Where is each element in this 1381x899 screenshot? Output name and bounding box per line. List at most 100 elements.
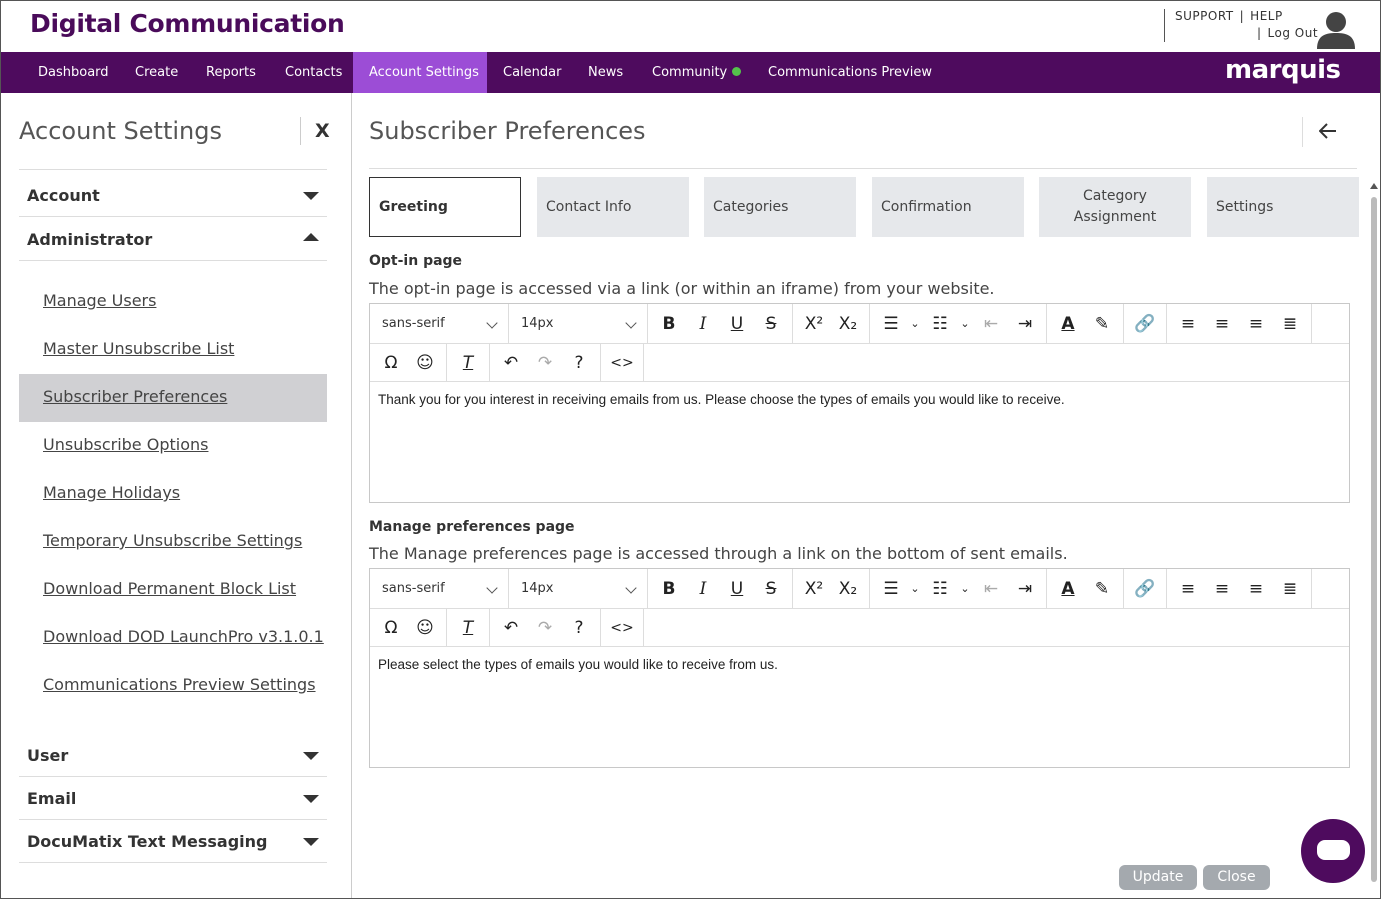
sidebar-item-unsubscribe-options[interactable]: Unsubscribe Options [19, 422, 327, 470]
numbered-list-icon[interactable]: ☷ [927, 311, 953, 337]
align-justify-icon[interactable]: ≣ [1277, 576, 1303, 602]
code-view-icon[interactable]: <> [609, 615, 635, 641]
bold-icon[interactable]: B [656, 311, 682, 337]
bullet-list-icon[interactable]: ☰ [878, 311, 904, 337]
sidebar-item-manage-users[interactable]: Manage Users [19, 278, 327, 326]
user-avatar-icon[interactable] [1316, 11, 1356, 49]
align-right-icon[interactable]: ≡ [1243, 311, 1269, 337]
sidebar-close-button[interactable]: X [300, 117, 330, 145]
section-documatix[interactable]: DocuMatix Text Messaging [19, 820, 327, 863]
superscript-icon[interactable]: X² [801, 311, 827, 337]
undo-icon[interactable]: ↶ [498, 615, 524, 641]
subscript-icon[interactable]: X₂ [835, 576, 861, 602]
font-family-select[interactable]: sans-serif [370, 569, 509, 609]
update-button[interactable]: Update [1119, 865, 1197, 890]
nav-create[interactable]: Create [119, 52, 194, 93]
align-right-icon[interactable]: ≡ [1243, 576, 1269, 602]
chevron-down-icon[interactable]: ⌄ [902, 311, 928, 337]
code-view-icon[interactable]: <> [609, 350, 635, 376]
logout-link[interactable]: Log Out [1268, 26, 1319, 40]
nav-contacts[interactable]: Contacts [269, 52, 358, 93]
section-user[interactable]: User [19, 734, 327, 777]
section-email[interactable]: Email [19, 777, 327, 820]
outdent-icon[interactable]: ⇤ [978, 576, 1004, 602]
sidebar-item-download-permanent-block-list[interactable]: Download Permanent Block List [19, 566, 327, 614]
tab-greeting[interactable]: Greeting [369, 177, 521, 237]
optin-editor-content[interactable]: Thank you for you interest in receiving … [378, 392, 1065, 407]
nav-calendar[interactable]: Calendar [487, 52, 577, 93]
help-link[interactable]: HELP [1250, 9, 1283, 23]
tab-categories[interactable]: Categories [704, 177, 856, 237]
strikethrough-icon[interactable]: S [758, 576, 784, 602]
outdent-icon[interactable]: ⇤ [978, 311, 1004, 337]
underline-icon[interactable]: U [724, 311, 750, 337]
manage-editor-content[interactable]: Please select the types of emails you wo… [378, 657, 778, 672]
tab-settings[interactable]: Settings [1207, 177, 1359, 237]
subscript-icon[interactable]: X₂ [835, 311, 861, 337]
sidebar-item-label[interactable]: Manage Users [43, 291, 156, 310]
indent-icon[interactable]: ⇥ [1012, 311, 1038, 337]
sidebar-item-label[interactable]: Master Unsubscribe List [43, 339, 234, 358]
text-color-icon[interactable]: A [1055, 576, 1081, 602]
back-button[interactable] [1302, 117, 1352, 147]
align-left-icon[interactable]: ≡ [1175, 576, 1201, 602]
font-family-select[interactable]: sans-serif [370, 304, 509, 344]
nav-reports[interactable]: Reports [190, 52, 272, 93]
clear-formatting-icon[interactable]: T [455, 350, 481, 376]
text-color-icon[interactable]: A [1055, 311, 1081, 337]
strikethrough-icon[interactable]: S [758, 311, 784, 337]
chat-button[interactable] [1301, 819, 1365, 883]
nav-account-settings[interactable]: Account Settings [353, 52, 487, 93]
sidebar-item-temporary-unsubscribe-settings[interactable]: Temporary Unsubscribe Settings [19, 518, 327, 566]
clear-formatting-icon[interactable]: T [455, 615, 481, 641]
emoji-icon[interactable]: ☺ [412, 615, 438, 641]
sidebar-item-label[interactable]: Unsubscribe Options [43, 435, 208, 454]
close-button[interactable]: Close [1203, 865, 1270, 890]
sidebar-item-communications-preview-settings[interactable]: Communications Preview Settings [19, 662, 327, 710]
scroll-up-icon[interactable] [1370, 183, 1378, 189]
font-size-select[interactable]: 14px [509, 304, 648, 344]
underline-icon[interactable]: U [724, 576, 750, 602]
redo-icon[interactable]: ↷ [532, 350, 558, 376]
sidebar-item-subscriber-preferences[interactable]: Subscriber Preferences [19, 374, 327, 422]
sidebar-item-label[interactable]: Manage Holidays [43, 483, 180, 502]
italic-icon[interactable]: I [690, 576, 716, 602]
sidebar-item-label[interactable]: Download DOD LaunchPro v3.1.0.1 [43, 627, 324, 646]
nav-dashboard[interactable]: Dashboard [22, 52, 125, 93]
sidebar-item-label[interactable]: Temporary Unsubscribe Settings [43, 531, 302, 550]
section-administrator[interactable]: Administrator [19, 218, 327, 261]
undo-icon[interactable]: ↶ [498, 350, 524, 376]
italic-icon[interactable]: I [690, 311, 716, 337]
tab-confirmation[interactable]: Confirmation [872, 177, 1024, 237]
align-center-icon[interactable]: ≡ [1209, 576, 1235, 602]
help-icon[interactable]: ? [566, 615, 592, 641]
scrollbar[interactable] [1367, 177, 1380, 898]
indent-icon[interactable]: ⇥ [1012, 576, 1038, 602]
chevron-down-icon[interactable]: ⌄ [902, 576, 928, 602]
help-icon[interactable]: ? [566, 350, 592, 376]
chevron-down-icon[interactable]: ⌄ [952, 576, 978, 602]
nav-news[interactable]: News [572, 52, 639, 93]
sidebar-item-download-dod-launchpro[interactable]: Download DOD LaunchPro v3.1.0.1 [19, 614, 327, 662]
special-character-icon[interactable]: Ω [378, 350, 404, 376]
sidebar-item-manage-holidays[interactable]: Manage Holidays [19, 470, 327, 518]
manage-editor[interactable]: sans-serif 14px B I U S X² X₂ ☰ ⌄ ☷ ⌄ ⇤ … [369, 568, 1350, 768]
bold-icon[interactable]: B [656, 576, 682, 602]
sidebar-item-label[interactable]: Communications Preview Settings [43, 675, 316, 694]
chevron-down-icon[interactable]: ⌄ [952, 311, 978, 337]
link-icon[interactable]: 🔗 [1132, 311, 1158, 337]
sidebar-item-label[interactable]: Download Permanent Block List [43, 579, 296, 598]
superscript-icon[interactable]: X² [801, 576, 827, 602]
optin-editor[interactable]: sans-serif 14px B I U S X² X₂ ☰ ⌄ ☷ ⌄ ⇤ … [369, 303, 1350, 503]
sidebar-item-master-unsubscribe-list[interactable]: Master Unsubscribe List [19, 326, 327, 374]
scrollbar-thumb[interactable] [1371, 197, 1377, 882]
numbered-list-icon[interactable]: ☷ [927, 576, 953, 602]
highlight-icon[interactable]: ✎ [1089, 576, 1115, 602]
link-icon[interactable]: 🔗 [1132, 576, 1158, 602]
highlight-icon[interactable]: ✎ [1089, 311, 1115, 337]
nav-communications-preview[interactable]: Communications Preview [752, 52, 948, 93]
support-link[interactable]: SUPPORT [1175, 9, 1234, 23]
nav-community[interactable]: Community [636, 52, 757, 93]
align-justify-icon[interactable]: ≣ [1277, 311, 1303, 337]
tab-category-assignment[interactable]: Category Assignment [1039, 177, 1191, 237]
